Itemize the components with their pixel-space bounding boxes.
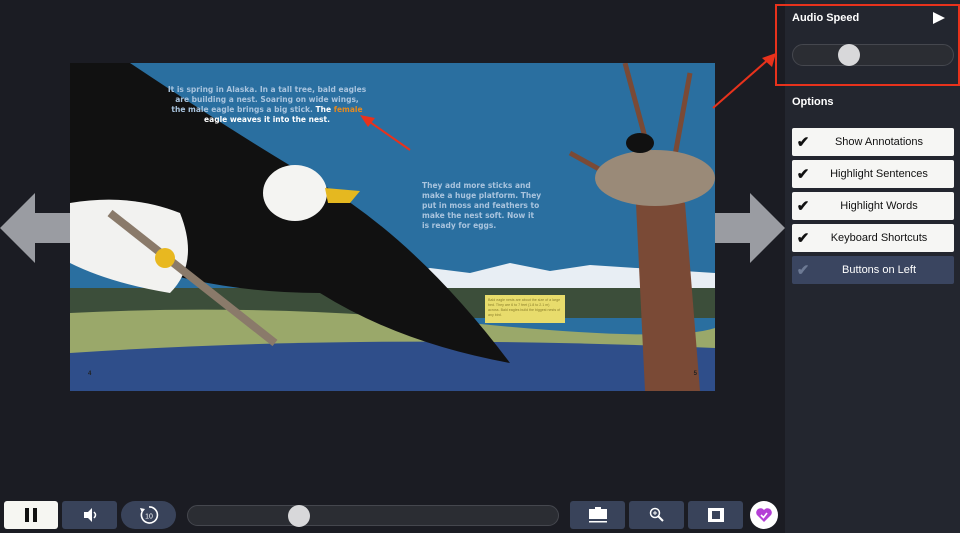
zoom-in-icon [649,507,664,522]
svg-text:10: 10 [145,514,153,521]
option-label: Keyboard Shortcuts [830,232,928,244]
fullscreen-button[interactable] [688,501,743,529]
option-label: Highlight Words [840,200,918,212]
left-page-text: It is spring in Alaska. In a tall tree, … [167,85,367,125]
reader-area: It is spring in Alaska. In a tall tree, … [0,0,785,533]
favorite-button[interactable] [750,501,778,529]
checkmark-icon: ✔ [796,262,810,279]
progress-slider-thumb[interactable] [288,504,310,527]
heart-check-icon [756,508,772,522]
arrow-left-icon [0,193,70,263]
next-page-button[interactable] [715,193,785,263]
fact-note: Bald eagle nests are about the size of a… [485,295,565,323]
pause-button[interactable] [4,501,58,529]
right-page-text: They add more sticks and make a huge pla… [422,181,542,230]
annotation-arrow-icon [712,53,776,109]
fullscreen-icon [707,508,724,522]
page-number-right: 5 [693,371,697,377]
volume-button[interactable] [62,501,117,529]
options-label: Options [792,96,834,108]
annotation-highlight-box [775,4,960,86]
replay-icon: 10 [139,506,158,524]
playback-progress-slider[interactable] [187,504,559,527]
option-keyboard-shortcuts[interactable]: ✔ Keyboard Shortcuts [792,224,954,252]
option-label: Buttons on Left [842,264,916,276]
book-pages-icon [588,507,607,523]
checkmark-icon: ✔ [796,230,810,247]
pause-icon [25,508,37,522]
option-show-annotations[interactable]: ✔ Show Annotations [792,128,954,156]
annotation-arrow-icon [360,115,411,151]
option-label: Highlight Sentences [830,168,928,180]
arrow-right-icon [715,193,785,263]
text-highlight: eagle weaves it into the nest. [204,115,330,124]
option-label: Show Annotations [834,136,924,148]
page-view-button[interactable] [570,501,625,529]
checkmark-icon: ✔ [796,134,810,151]
checkmark-icon: ✔ [796,198,810,215]
replay-10-button[interactable]: 10 [121,501,176,529]
page-number-left: 4 [88,371,92,377]
checkmark-icon: ✔ [796,166,810,183]
previous-page-button[interactable] [0,193,70,263]
option-buttons-on-left[interactable]: ✔ Buttons on Left [792,256,954,284]
zoom-button[interactable] [629,501,684,529]
option-highlight-words[interactable]: ✔ Highlight Words [792,192,954,220]
option-highlight-sentences[interactable]: ✔ Highlight Sentences [792,160,954,188]
speaker-icon [83,508,96,522]
text-highlight: The [315,105,332,114]
